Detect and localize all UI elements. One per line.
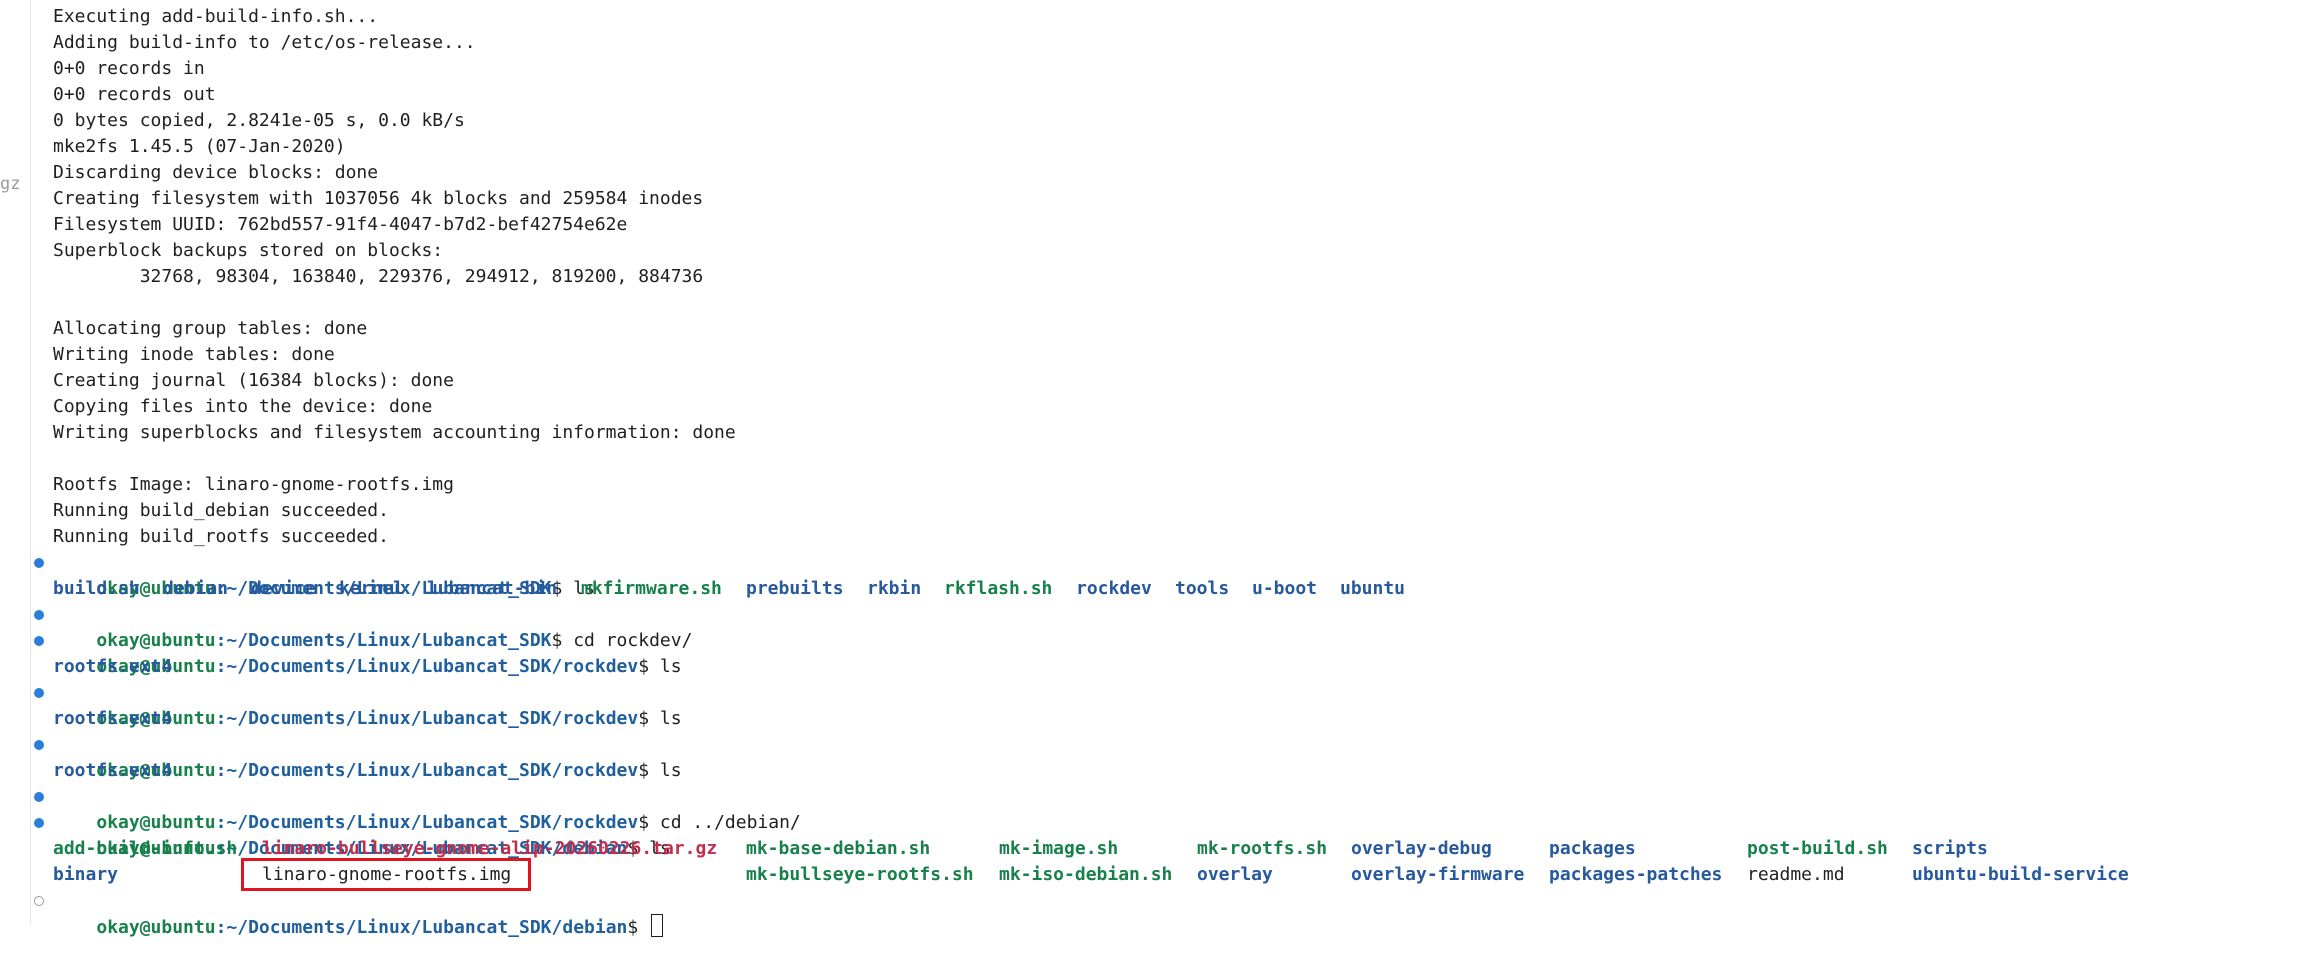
- output-line: Superblock backups stored on blocks:: [53, 240, 444, 261]
- prompt-line: okay@ubuntu:~/Documents/Linux/Lubancat_S…: [34, 550, 2308, 599]
- output-line: Allocating group tables: done: [53, 318, 368, 339]
- prompt-line: okay@ubuntu:~/Documents/Linux/Lubancat_S…: [34, 602, 2308, 651]
- output-line: mke2fs 1.45.5 (07-Jan-2020): [53, 136, 346, 157]
- output-line: Executing add-build-info.sh...: [53, 6, 379, 27]
- command-status-dot-icon[interactable]: [34, 688, 44, 698]
- ls-entry: packages-patches: [1549, 864, 1723, 885]
- ls-entry: overlay-debug: [1351, 838, 1492, 859]
- command-status-dot-icon[interactable]: [34, 818, 44, 828]
- prompt-path: :~/Documents/Linux/Lubancat_SDK/debian: [215, 917, 628, 938]
- ls-entry: rootfs.ext4: [53, 708, 173, 729]
- ls-entry: rockdev: [1076, 578, 1152, 599]
- ls-entry: scripts: [1912, 838, 1988, 859]
- annotation-highlight-box: [241, 858, 531, 891]
- output-line: Discarding device blocks: done: [53, 162, 379, 183]
- command-status-dot-icon[interactable]: [34, 792, 44, 802]
- prompt-line: okay@ubuntu:~/Documents/Linux/Lubancat_S…: [34, 784, 2308, 833]
- editor-gutter: [0, 0, 31, 924]
- prompt-line: okay@ubuntu:~/Documents/Linux/Lubancat_S…: [34, 680, 2308, 729]
- command-status-dot-icon[interactable]: [34, 610, 44, 620]
- terminal-output[interactable]: Executing add-build-info.sh... Adding bu…: [34, 4, 2308, 938]
- ls-entry: ubuntu: [1340, 578, 1406, 599]
- ls-entry: mk-image.sh: [999, 838, 1119, 859]
- ls-entry: rootfs.ext4: [53, 656, 173, 677]
- ls-entry: device: [251, 578, 317, 599]
- output-line: Filesystem UUID: 762bd557-91f4-4047-b7d2…: [53, 214, 628, 235]
- output-line: Creating filesystem with 1037056 4k bloc…: [53, 188, 704, 209]
- ls-entry: mk-iso-debian.sh: [999, 864, 1173, 885]
- ls-entry: mk-rootfs.sh: [1197, 838, 1328, 859]
- ls-entry: debian: [163, 578, 229, 599]
- gutter-truncated-text: gz: [0, 174, 21, 194]
- output-line: Running build_debian succeeded.: [53, 500, 389, 521]
- output-line: 0 bytes copied, 2.8241e-05 s, 0.0 kB/s: [53, 110, 465, 131]
- ls-entry: u-boot: [1252, 578, 1318, 599]
- prompt-line: okay@ubuntu:~/Documents/Linux/Lubancat_S…: [34, 810, 2308, 859]
- output-line: Running build_rootfs succeeded.: [53, 526, 389, 547]
- ls-entry: build.sh: [53, 578, 140, 599]
- ls-output-row: build.sh debian device kernel lubancat-b…: [53, 576, 2308, 602]
- output-line: Adding build-info to /etc/os-release...: [53, 32, 476, 53]
- output-line: 0+0 records in: [53, 58, 205, 79]
- ls-entry: mk-base-debian.sh: [746, 838, 931, 859]
- output-line: Rootfs Image: linaro-gnome-rootfs.img: [53, 474, 454, 495]
- current-prompt-line[interactable]: okay@ubuntu:~/Documents/Linux/Lubancat_S…: [34, 888, 2308, 938]
- ls-entry: post-build.sh: [1747, 838, 1888, 859]
- ls-entry: overlay: [1197, 864, 1273, 885]
- ls-entry: ubuntu-build-service: [1912, 864, 2129, 885]
- ls-entry: packages: [1549, 838, 1636, 859]
- output-line: Writing inode tables: done: [53, 344, 335, 365]
- prompt-user: okay@ubuntu: [96, 917, 216, 938]
- ls-entry: rkflash.sh: [944, 578, 1053, 599]
- ls-entry: rkbin: [867, 578, 922, 599]
- text-cursor: [651, 914, 664, 937]
- ls-entry: binary: [53, 864, 119, 885]
- output-line: 32768, 98304, 163840, 229376, 294912, 81…: [53, 266, 704, 287]
- prompt-line: okay@ubuntu:~/Documents/Linux/Lubancat_S…: [34, 628, 2308, 677]
- output-line: 0+0 records out: [53, 84, 216, 105]
- output-line: Writing superblocks and filesystem accou…: [53, 422, 736, 443]
- ls-entry: mk-bullseye-rootfs.sh: [746, 864, 974, 885]
- ls-entry: rootfs.ext4: [53, 760, 173, 781]
- pending-status-dot-icon: [34, 896, 44, 906]
- command-status-dot-icon[interactable]: [34, 636, 44, 646]
- command-status-dot-icon[interactable]: [34, 740, 44, 750]
- ls-entry: lubancat-bin: [427, 578, 558, 599]
- ls-entry: mkfirmware.sh: [581, 578, 722, 599]
- ls-entry: overlay-firmware: [1351, 864, 1525, 885]
- ls-entry: tools: [1175, 578, 1230, 599]
- ls-entry: prebuilts: [746, 578, 844, 599]
- command-text: $: [627, 917, 650, 938]
- ls-entry: readme.md: [1747, 864, 1845, 885]
- command-status-dot-icon[interactable]: [34, 558, 44, 568]
- output-line: Copying files into the device: done: [53, 396, 433, 417]
- ls-entry: add-build-info.sh: [53, 838, 238, 859]
- ls-entry: kernel: [339, 578, 405, 599]
- output-line: Creating journal (16384 blocks): done: [53, 370, 454, 391]
- prompt-line: okay@ubuntu:~/Documents/Linux/Lubancat_S…: [34, 732, 2308, 781]
